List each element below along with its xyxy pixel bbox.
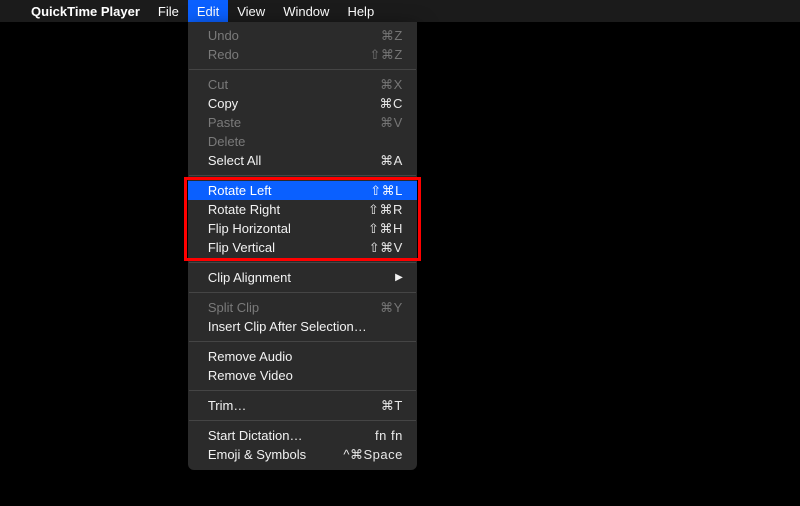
menu-item-label: Remove Video — [208, 368, 403, 383]
menu-item-label: Undo — [208, 28, 381, 43]
menubar: QuickTime Player File Edit View Window H… — [0, 0, 800, 22]
menu-separator — [189, 341, 416, 342]
menu-item-cut: Cut⌘X — [188, 75, 417, 94]
menu-item-shortcut: ⌘Y — [380, 300, 403, 316]
menu-item-label: Select All — [208, 153, 380, 168]
menu-item-shortcut: ⇧⌘V — [369, 240, 403, 256]
menu-item-label: Copy — [208, 96, 380, 111]
submenu-arrow-icon: ▶ — [395, 272, 403, 283]
menu-item-select-all[interactable]: Select All⌘A — [188, 151, 417, 170]
menu-item-remove-audio[interactable]: Remove Audio — [188, 347, 417, 366]
menu-item-shortcut: ⇧⌘R — [368, 202, 403, 218]
menu-item-rotate-right[interactable]: Rotate Right⇧⌘R — [188, 200, 417, 219]
menu-item-label: Start Dictation… — [208, 428, 375, 443]
menu-item-paste: Paste⌘V — [188, 113, 417, 132]
menu-separator — [189, 175, 416, 176]
menu-item-start-dictation[interactable]: Start Dictation…fn fn — [188, 426, 417, 445]
menu-item-label: Remove Audio — [208, 349, 403, 364]
menu-item-label: Split Clip — [208, 300, 380, 315]
menu-item-label: Rotate Left — [208, 183, 370, 198]
menu-item-label: Rotate Right — [208, 202, 368, 217]
menu-item-label: Clip Alignment — [208, 270, 389, 285]
menu-item-flip-horizontal[interactable]: Flip Horizontal⇧⌘H — [188, 219, 417, 238]
edit-menu-dropdown: Undo⌘ZRedo⇧⌘ZCut⌘XCopy⌘CPaste⌘VDeleteSel… — [188, 22, 417, 470]
menu-item-label: Flip Vertical — [208, 240, 369, 255]
menu-item-rotate-left[interactable]: Rotate Left⇧⌘L — [188, 181, 417, 200]
menu-item-shortcut: ⌘Z — [381, 28, 403, 44]
menu-item-delete: Delete — [188, 132, 417, 151]
menu-item-label: Flip Horizontal — [208, 221, 368, 236]
menubar-app-name[interactable]: QuickTime Player — [22, 0, 149, 22]
menu-item-trim[interactable]: Trim…⌘T — [188, 396, 417, 415]
menubar-item-window[interactable]: Window — [274, 0, 338, 22]
menu-separator — [189, 262, 416, 263]
menu-item-label: Cut — [208, 77, 380, 92]
menu-item-shortcut: ⌘A — [380, 153, 403, 169]
menu-item-shortcut: ⇧⌘Z — [369, 47, 402, 63]
menu-item-label: Paste — [208, 115, 380, 130]
menu-item-shortcut: ⌘C — [379, 96, 402, 112]
menu-item-shortcut: fn fn — [375, 428, 403, 443]
menubar-item-file[interactable]: File — [149, 0, 188, 22]
menu-item-shortcut: ⇧⌘H — [368, 221, 403, 237]
menu-item-label: Delete — [208, 134, 403, 149]
menu-item-label: Insert Clip After Selection… — [208, 319, 403, 334]
menu-item-remove-video[interactable]: Remove Video — [188, 366, 417, 385]
menu-separator — [189, 292, 416, 293]
menu-item-redo: Redo⇧⌘Z — [188, 45, 417, 64]
menu-item-emoji-symbols[interactable]: Emoji & Symbols^⌘Space — [188, 445, 417, 464]
menu-item-shortcut: ^⌘Space — [343, 447, 402, 463]
menu-item-shortcut: ⇧⌘L — [370, 183, 403, 199]
menubar-item-edit[interactable]: Edit — [188, 0, 228, 22]
menu-item-label: Redo — [208, 47, 370, 62]
menu-item-split-clip: Split Clip⌘Y — [188, 298, 417, 317]
menu-item-clip-alignment[interactable]: Clip Alignment ▶ — [188, 268, 417, 287]
menu-item-copy[interactable]: Copy⌘C — [188, 94, 417, 113]
menu-item-label: Trim… — [208, 398, 381, 413]
menubar-item-help[interactable]: Help — [338, 0, 383, 22]
menu-item-undo: Undo⌘Z — [188, 26, 417, 45]
menubar-item-view[interactable]: View — [228, 0, 274, 22]
menu-item-flip-vertical[interactable]: Flip Vertical⇧⌘V — [188, 238, 417, 257]
menu-separator — [189, 420, 416, 421]
menu-item-shortcut: ⌘V — [380, 115, 403, 131]
menu-separator — [189, 390, 416, 391]
menu-item-shortcut: ⌘X — [380, 77, 403, 93]
menu-separator — [189, 69, 416, 70]
menu-item-insert-clip-after-selection[interactable]: Insert Clip After Selection… — [188, 317, 417, 336]
menu-item-shortcut: ⌘T — [381, 398, 403, 414]
menu-item-label: Emoji & Symbols — [208, 447, 344, 462]
